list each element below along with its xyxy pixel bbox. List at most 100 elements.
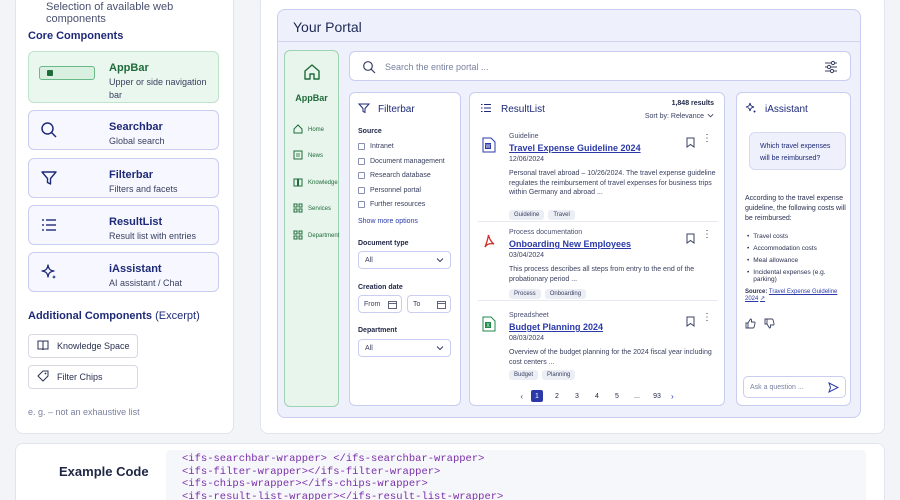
- result-desc: Overview of the budget planning for the …: [509, 349, 712, 366]
- example-code-label: Example Code: [59, 464, 149, 479]
- card-searchbar[interactable]: Searchbar Global search: [28, 110, 219, 150]
- filter-chips-button[interactable]: Filter Chips: [28, 365, 138, 389]
- resultlist-header: ResultList: [480, 102, 545, 117]
- word-doc-icon: W: [482, 137, 496, 158]
- page-button[interactable]: 5: [611, 390, 623, 402]
- card-title: iAssistant: [109, 263, 162, 275]
- source-checkbox[interactable]: Intranet: [358, 143, 394, 150]
- bookmark-icon[interactable]: [686, 135, 695, 153]
- result-title-link[interactable]: Budget Planning 2024: [509, 322, 603, 332]
- tag-icon: [37, 370, 49, 384]
- tag-chip[interactable]: Guideline: [509, 210, 545, 220]
- nav-item-news[interactable]: News: [293, 150, 323, 162]
- bookmark-icon[interactable]: [686, 314, 695, 332]
- code-line: <ifs-result-list-wrapper></ifs-result-li…: [182, 490, 504, 500]
- nav-item-services[interactable]: Services: [293, 203, 331, 215]
- component-catalog-panel: Selection of available web components Co…: [15, 0, 234, 434]
- source-checkbox[interactable]: Further resources: [358, 201, 425, 208]
- sparkle-icon: [745, 102, 757, 117]
- card-title: AppBar: [109, 62, 149, 74]
- tag-chip[interactable]: Onboarding: [544, 289, 587, 299]
- code-line: <ifs-filter-wrapper></ifs-filter-wrapper…: [182, 465, 441, 478]
- bookmark-icon[interactable]: [686, 231, 695, 249]
- result-title-link[interactable]: Onboarding New Employees: [509, 239, 631, 249]
- page-button[interactable]: 93: [651, 390, 663, 402]
- question-input[interactable]: Ask a question ...: [743, 376, 846, 398]
- portal-title: Your Portal: [293, 19, 362, 35]
- search-input[interactable]: Search the entire portal ...: [385, 62, 489, 72]
- next-page-icon[interactable]: ›: [671, 392, 674, 401]
- result-desc: Personal travel abroad – 10/26/2024. The…: [509, 170, 716, 196]
- home-icon[interactable]: [303, 63, 321, 86]
- date-from-field[interactable]: From: [358, 295, 402, 313]
- page-button[interactable]: 4: [591, 390, 603, 402]
- thumbs-up-icon[interactable]: [745, 316, 756, 334]
- prev-page-icon[interactable]: ‹: [520, 392, 523, 401]
- page-button[interactable]: 2: [551, 390, 563, 402]
- page-button[interactable]: 1: [531, 390, 543, 402]
- svg-text:W: W: [486, 144, 491, 150]
- book-icon: [37, 339, 49, 353]
- iassistant-header: iAssistant: [745, 102, 808, 117]
- code-line: <ifs-searchbar-wrapper> </ifs-searchbar-…: [182, 453, 485, 465]
- more-options-icon[interactable]: ⋮: [702, 313, 712, 323]
- result-tags: Process Onboarding: [509, 289, 587, 299]
- knowledge-space-button[interactable]: Knowledge Space: [28, 334, 138, 358]
- nav-item-knowledge[interactable]: Knowledge: [293, 177, 338, 189]
- portal-searchbar[interactable]: Search the entire portal ...: [349, 51, 851, 81]
- catalog-footnote: e. g. – not an exhaustive list: [28, 407, 140, 417]
- core-components-heading: Core Components: [28, 30, 124, 42]
- department-label: Department: [358, 327, 397, 334]
- page-button[interactable]: 3: [571, 390, 583, 402]
- sort-select[interactable]: Sort by: Relevance: [645, 112, 714, 121]
- card-appbar[interactable]: AppBar Upper or side navigation bar: [28, 51, 219, 103]
- send-icon[interactable]: [828, 382, 840, 395]
- pagination: ‹ 1 2 3 4 5 ... 93 ›: [470, 390, 724, 402]
- source-label: Source: [358, 128, 382, 135]
- appbar-nav: AppBar Home News Knowledge Services Depa…: [284, 50, 339, 407]
- tag-chip[interactable]: Budget: [509, 370, 539, 380]
- source-checkbox[interactable]: Personnel portal: [358, 187, 421, 194]
- filter-icon: [357, 102, 371, 117]
- date-to-field[interactable]: To: [407, 295, 451, 313]
- nav-item-department[interactable]: Department: [293, 230, 339, 242]
- card-title: Filterbar: [109, 169, 154, 181]
- department-select[interactable]: All: [358, 339, 451, 357]
- result-item[interactable]: W Guideline Travel Expense Guideline 202…: [478, 133, 718, 222]
- tag-chip[interactable]: Planning: [542, 370, 576, 380]
- result-title-link[interactable]: Travel Expense Guideline 2024: [509, 143, 641, 153]
- external-link-icon[interactable]: ↗: [760, 296, 765, 302]
- tag-chip[interactable]: Process: [509, 289, 541, 299]
- chevron-down-icon: [436, 256, 444, 266]
- calendar-icon: [388, 300, 397, 311]
- result-count: 1,848 results: [671, 100, 714, 107]
- doctype-label: Document type: [358, 240, 409, 247]
- result-date: 12/06/2024: [509, 156, 545, 163]
- nav-item-home[interactable]: Home: [293, 124, 324, 136]
- show-more-link[interactable]: Show more options: [358, 218, 418, 225]
- tune-icon[interactable]: [824, 60, 838, 79]
- filterbar-panel: Filterbar Source Intranet Document manag…: [349, 92, 461, 406]
- result-category: Spreadsheet: [509, 312, 549, 319]
- more-options-icon[interactable]: ⋮: [702, 134, 712, 144]
- source-checkbox[interactable]: Document management: [358, 158, 445, 165]
- result-item[interactable]: Process documentation Onboarding New Emp…: [478, 229, 718, 301]
- card-filterbar[interactable]: Filterbar Filters and facets: [28, 158, 219, 198]
- result-tags: Budget Planning: [509, 370, 576, 380]
- tag-chip[interactable]: Travel: [548, 210, 575, 220]
- calendar-icon: [437, 300, 446, 311]
- card-resultlist[interactable]: ResultList Result list with entries: [28, 205, 219, 245]
- creation-date-label: Creation date: [358, 284, 403, 291]
- result-category: Guideline: [509, 133, 539, 140]
- card-iassistant[interactable]: iAssistant AI assistant / Chat: [28, 252, 219, 292]
- list-icon: [39, 215, 59, 235]
- result-date: 03/04/2024: [509, 252, 545, 259]
- news-icon: [293, 150, 303, 162]
- thumbs-down-icon[interactable]: [764, 316, 775, 334]
- doctype-select[interactable]: All: [358, 251, 451, 269]
- result-item[interactable]: X Spreadsheet Budget Planning 2024 08/03…: [478, 312, 718, 384]
- card-desc: Upper or side navigation bar: [109, 77, 207, 100]
- source-checkbox[interactable]: Research database: [358, 172, 431, 179]
- more-options-icon[interactable]: ⋮: [702, 230, 712, 240]
- example-code-section: Example Code <ifs-searchbar-wrapper> </i…: [15, 443, 885, 500]
